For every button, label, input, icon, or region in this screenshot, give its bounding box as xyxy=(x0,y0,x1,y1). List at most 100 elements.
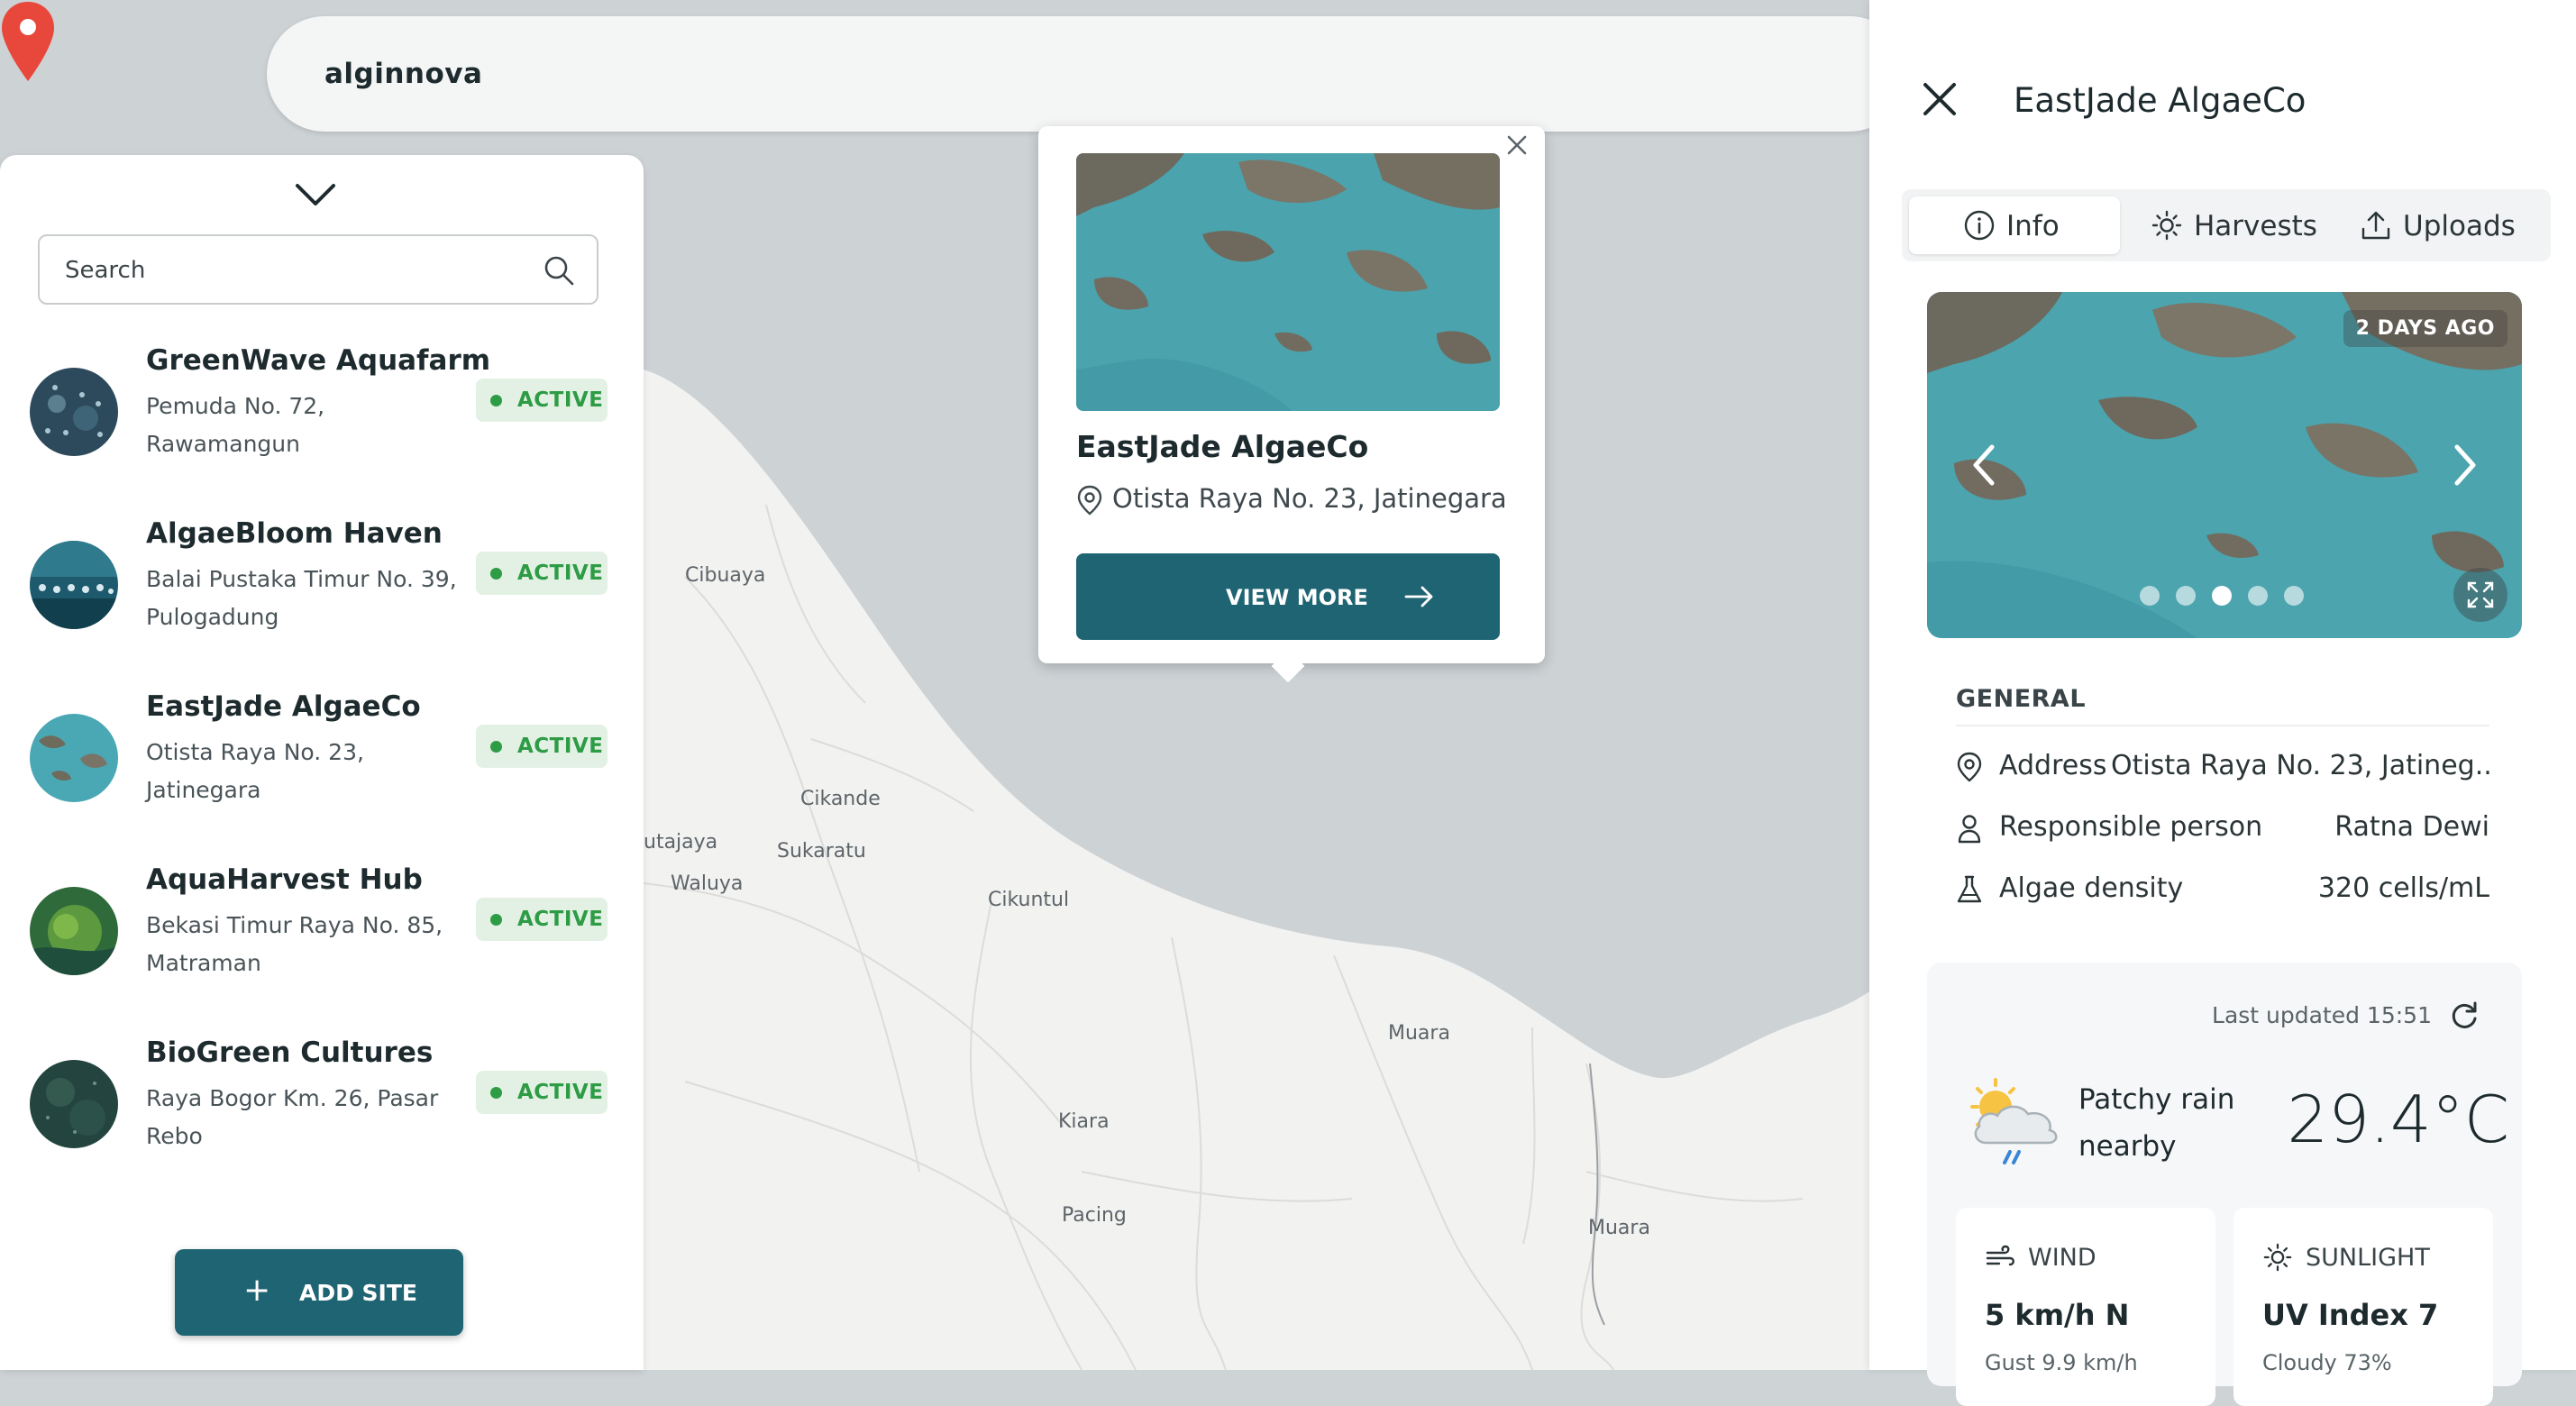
site-address: Raya Bogor Km. 26, Pasar Rebo xyxy=(146,1085,439,1149)
site-name: EastJade AlgaeCo xyxy=(146,690,421,723)
popup-title: EastJade AlgaeCo xyxy=(1076,429,1369,464)
site-address: Bekasi Timur Raya No. 85, Matraman xyxy=(146,912,443,976)
site-detail-panel: EastJade AlgaeCo Info Harvests Uploads 2… xyxy=(1869,0,2576,1406)
wind-gust: Gust 9.9 km/h xyxy=(1985,1350,2138,1375)
map-pin-icon[interactable] xyxy=(0,0,56,83)
gallery-dot[interactable] xyxy=(2140,586,2160,606)
tab-harvests[interactable]: Harvests xyxy=(2127,196,2334,254)
site-list-item[interactable]: EastJade AlgaeCo Otista Raya No. 23, Jat… xyxy=(0,678,644,851)
status-badge: ACTIVE xyxy=(476,725,607,768)
flask-icon xyxy=(1957,875,1982,903)
info-row-address: Address Otista Raya No. 23, Jatineg... xyxy=(1956,744,2489,790)
info-row-label: Responsible person xyxy=(1999,811,2263,843)
map-place-label: Pacing xyxy=(1062,1204,1127,1227)
map-place-label: Muara xyxy=(1588,1217,1650,1239)
info-row-value: 320 cells/mL xyxy=(2317,872,2489,904)
tab-uploads[interactable]: Uploads xyxy=(2342,196,2544,254)
map-place-label: Waluya xyxy=(671,872,744,895)
sunlight-value: UV Index 7 xyxy=(2262,1298,2439,1332)
add-site-label: ADD SITE xyxy=(299,1280,417,1306)
site-popup: EastJade AlgaeCo Otista Raya No. 23, Jat… xyxy=(1038,126,1545,683)
popup-address-text: Otista Raya No. 23, Jatinegara xyxy=(1112,483,1507,514)
gallery-dot-active[interactable] xyxy=(2212,586,2232,606)
status-badge-label: ACTIVE xyxy=(517,561,604,585)
site-name: AquaHarvest Hub xyxy=(146,863,423,896)
weather-updated: Last updated 15:51 xyxy=(2212,1002,2432,1028)
location-icon xyxy=(1957,752,1982,782)
site-address: Balai Pustaka Timur No. 39, Pulogadung xyxy=(146,566,457,630)
weather-card: Last updated 15:51 Patchy rain nearby 29… xyxy=(1927,963,2522,1406)
sun-icon xyxy=(2263,1243,2292,1272)
status-badge: ACTIVE xyxy=(476,898,607,941)
detail-title: EastJade AlgaeCo xyxy=(2014,81,2307,120)
sites-panel: GreenWave Aquafarm Pemuda No. 72, Rawama… xyxy=(0,155,644,1370)
site-address: Pemuda No. 72, Rawamangun xyxy=(146,393,325,457)
fullscreen-button[interactable] xyxy=(2453,568,2507,622)
search-icon[interactable] xyxy=(543,254,575,287)
expand-icon xyxy=(2467,581,2494,608)
site-address: Otista Raya No. 23, Jatinegara xyxy=(146,739,364,803)
site-list-item[interactable]: AquaHarvest Hub Bekasi Timur Raya No. 85… xyxy=(0,851,644,1024)
tab-info[interactable]: Info xyxy=(1909,196,2120,254)
map-place-label: utajaya xyxy=(644,831,718,854)
arrow-right-icon xyxy=(1404,586,1433,607)
wind-card: WIND 5 km/h N Gust 9.9 km/h xyxy=(1956,1208,2215,1406)
patchy-rain-icon xyxy=(1970,1078,2058,1164)
weather-temperature: 29.4°C xyxy=(2287,1082,2509,1157)
gallery-dot[interactable] xyxy=(2176,586,2196,606)
map-place-label: Cikande xyxy=(800,788,881,810)
info-row-label: Algae density xyxy=(1999,872,2184,904)
view-more-button[interactable]: VIEW MORE xyxy=(1076,553,1500,640)
site-search xyxy=(38,234,598,305)
sunlight-card: SUNLIGHT UV Index 7 Cloudy 73% xyxy=(2233,1208,2493,1406)
site-thumbnail xyxy=(30,887,118,975)
status-badge-label: ACTIVE xyxy=(517,388,604,412)
close-icon[interactable] xyxy=(1920,79,1959,119)
gallery-dot[interactable] xyxy=(2284,586,2304,606)
app-brand: alginnova xyxy=(324,58,483,90)
map-place-label: Muara xyxy=(1388,1022,1450,1045)
plus-icon: + xyxy=(243,1272,271,1309)
popup-site-image xyxy=(1076,153,1500,411)
chevron-left-icon[interactable] xyxy=(1967,442,2003,488)
refresh-icon[interactable] xyxy=(2448,999,2480,1031)
sunlight-cloud: Cloudy 73% xyxy=(2262,1350,2392,1375)
info-row-responsible: Responsible person Ratna Dewi xyxy=(1956,806,2489,851)
chevron-down-icon[interactable] xyxy=(294,180,337,207)
tab-uploads-label: Uploads xyxy=(2403,210,2516,242)
image-gallery[interactable]: 2 DAYS AGO xyxy=(1927,292,2522,638)
site-list-item[interactable]: AlgaeBloom Haven Balai Pustaka Timur No.… xyxy=(0,505,644,678)
popup-address: Otista Raya No. 23, Jatinegara xyxy=(1076,483,1507,516)
site-thumbnail xyxy=(30,541,118,629)
wind-title: WIND xyxy=(2028,1244,2096,1272)
general-section-title: GENERAL xyxy=(1956,685,2087,713)
site-list-item[interactable]: GreenWave Aquafarm Pemuda No. 72, Rawama… xyxy=(0,332,644,505)
tab-harvests-label: Harvests xyxy=(2194,210,2317,242)
site-thumbnail xyxy=(30,368,118,456)
site-name: AlgaeBloom Haven xyxy=(146,517,443,550)
chevron-right-icon[interactable] xyxy=(2446,442,2482,488)
gallery-dot[interactable] xyxy=(2248,586,2268,606)
weather-condition: Patchy rain nearby xyxy=(2078,1083,2235,1163)
status-badge-label: ACTIVE xyxy=(517,908,604,931)
site-thumbnail xyxy=(30,714,118,802)
image-age-badge: 2 DAYS AGO xyxy=(2343,310,2507,347)
location-icon xyxy=(1077,485,1102,516)
site-list-item[interactable]: BioGreen Cultures Raya Bogor Km. 26, Pas… xyxy=(0,1024,644,1197)
info-row-value: Ratna Dewi xyxy=(2334,811,2489,843)
site-thumbnail xyxy=(30,1060,118,1148)
info-row-value: Otista Raya No. 23, Jatineg... xyxy=(2111,750,2489,781)
add-site-button[interactable]: + ADD SITE xyxy=(175,1249,463,1336)
detail-tabs: Info Harvests Uploads xyxy=(1902,189,2551,261)
gallery-pagination xyxy=(2140,586,2320,607)
status-badge: ACTIVE xyxy=(476,379,607,422)
site-name: BioGreen Cultures xyxy=(146,1036,434,1069)
sun-icon xyxy=(2151,210,2182,241)
info-row-label: Address xyxy=(1999,750,2107,781)
close-icon[interactable] xyxy=(1502,130,1532,160)
search-input[interactable] xyxy=(63,252,535,288)
map-place-label: Kiara xyxy=(1058,1110,1110,1133)
view-more-label: VIEW MORE xyxy=(1226,585,1368,610)
wind-value: 5 km/h N xyxy=(1985,1298,2130,1332)
site-name: GreenWave Aquafarm xyxy=(146,344,491,377)
